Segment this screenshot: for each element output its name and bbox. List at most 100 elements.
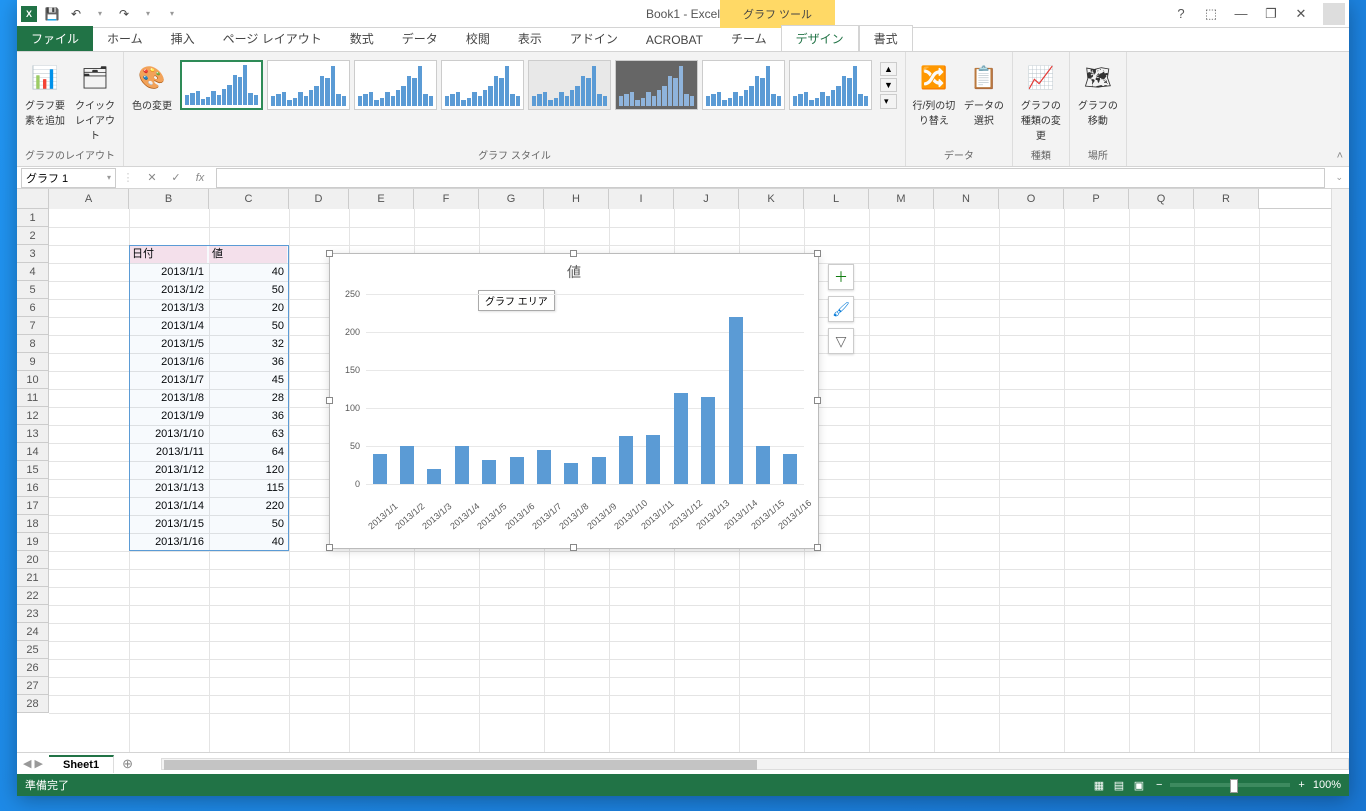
- col-header-N[interactable]: N: [934, 189, 999, 209]
- view-normal-button[interactable]: ▦: [1090, 776, 1108, 794]
- close-button[interactable]: ✕: [1287, 3, 1315, 25]
- chart-bar-1[interactable]: [373, 454, 387, 484]
- chart-style-3[interactable]: [354, 60, 437, 110]
- chart-resize-handle[interactable]: [570, 544, 577, 551]
- chart-filter-button[interactable]: ▽: [828, 328, 854, 354]
- row-header-28[interactable]: 28: [17, 695, 49, 713]
- tab-home[interactable]: ホーム: [93, 26, 157, 51]
- row-header-5[interactable]: 5: [17, 281, 49, 299]
- col-header-H[interactable]: H: [544, 189, 609, 209]
- ribbon-opts-button[interactable]: ⬚: [1197, 3, 1225, 25]
- row-header-8[interactable]: 8: [17, 335, 49, 353]
- tab-team[interactable]: チーム: [717, 26, 781, 51]
- style-scroll-up[interactable]: ▲: [880, 62, 897, 76]
- redo-dropdown[interactable]: ▾: [139, 5, 157, 23]
- zoom-out-button[interactable]: −: [1156, 779, 1162, 791]
- maximize-button[interactable]: ❐: [1257, 3, 1285, 25]
- row-header-27[interactable]: 27: [17, 677, 49, 695]
- chart-plot-area[interactable]: 0501001502002502013/1/12013/1/22013/1/32…: [366, 294, 804, 484]
- chart-style-6[interactable]: [615, 60, 698, 110]
- row-header-18[interactable]: 18: [17, 515, 49, 533]
- chart-resize-handle[interactable]: [814, 544, 821, 551]
- row-header-9[interactable]: 9: [17, 353, 49, 371]
- row-header-7[interactable]: 7: [17, 317, 49, 335]
- change-chart-type-button[interactable]: 📈 グラフの種類の変更: [1019, 56, 1063, 142]
- chart-elements-button[interactable]: ＋: [828, 264, 854, 290]
- view-pagelayout-button[interactable]: ▤: [1110, 776, 1128, 794]
- chart-bar-12[interactable]: [674, 393, 688, 484]
- row-header-6[interactable]: 6: [17, 299, 49, 317]
- tab-formulas[interactable]: 数式: [336, 26, 388, 51]
- chart-bar-6[interactable]: [510, 457, 524, 484]
- select-all-corner[interactable]: [17, 189, 49, 209]
- minimize-button[interactable]: —: [1227, 3, 1255, 25]
- chart-resize-handle[interactable]: [326, 250, 333, 257]
- row-header-21[interactable]: 21: [17, 569, 49, 587]
- row-header-24[interactable]: 24: [17, 623, 49, 641]
- switch-rowcol-button[interactable]: 🔀 行/列の切り替え: [912, 56, 956, 127]
- vertical-scrollbar[interactable]: [1331, 189, 1349, 752]
- chart-bar-15[interactable]: [756, 446, 770, 484]
- qat-customize[interactable]: ▾: [163, 5, 181, 23]
- horizontal-scrollbar[interactable]: [161, 756, 1349, 772]
- add-chart-element-button[interactable]: 📊 グラフ要素を追加: [23, 56, 67, 127]
- row-header-12[interactable]: 12: [17, 407, 49, 425]
- accept-edit[interactable]: ✓: [164, 171, 188, 184]
- collapse-ribbon-button[interactable]: ˄: [1337, 150, 1343, 162]
- chart-bar-8[interactable]: [564, 463, 578, 484]
- more-functions[interactable]: ⋮: [116, 171, 140, 184]
- row-header-2[interactable]: 2: [17, 227, 49, 245]
- chart-bar-5[interactable]: [482, 460, 496, 484]
- chart-bar-11[interactable]: [646, 435, 660, 484]
- chart-resize-handle[interactable]: [814, 250, 821, 257]
- row-header-15[interactable]: 15: [17, 461, 49, 479]
- row-header-26[interactable]: 26: [17, 659, 49, 677]
- chart-bar-7[interactable]: [537, 450, 551, 484]
- col-header-R[interactable]: R: [1194, 189, 1259, 209]
- chart-style-1[interactable]: [180, 60, 263, 110]
- col-header-B[interactable]: B: [129, 189, 209, 209]
- chart-resize-handle[interactable]: [326, 544, 333, 551]
- chart-bar-13[interactable]: [701, 397, 715, 484]
- style-scroll-down[interactable]: ▼: [880, 78, 897, 92]
- chart-title[interactable]: 値: [330, 254, 818, 282]
- col-header-D[interactable]: D: [289, 189, 349, 209]
- col-header-F[interactable]: F: [414, 189, 479, 209]
- help-button[interactable]: ?: [1167, 3, 1195, 25]
- zoom-level[interactable]: 100%: [1313, 779, 1341, 791]
- col-header-G[interactable]: G: [479, 189, 544, 209]
- view-pagebreak-button[interactable]: ▣: [1130, 776, 1148, 794]
- zoom-slider[interactable]: [1170, 783, 1290, 787]
- chart-bar-3[interactable]: [427, 469, 441, 484]
- col-header-Q[interactable]: Q: [1129, 189, 1194, 209]
- row-header-14[interactable]: 14: [17, 443, 49, 461]
- row-header-4[interactable]: 4: [17, 263, 49, 281]
- quick-layout-button[interactable]: 🗂 クイックレイアウト: [73, 56, 117, 142]
- chart-style-4[interactable]: [441, 60, 524, 110]
- tab-acrobat[interactable]: ACROBAT: [632, 29, 717, 51]
- tab-file[interactable]: ファイル: [17, 26, 93, 51]
- row-header-19[interactable]: 19: [17, 533, 49, 551]
- chart-style-8[interactable]: [789, 60, 872, 110]
- select-data-button[interactable]: 📋 データの選択: [962, 56, 1006, 127]
- row-header-17[interactable]: 17: [17, 497, 49, 515]
- name-box[interactable]: グラフ 1: [21, 168, 116, 188]
- sheet-nav-arrows[interactable]: ◀ ▶: [17, 757, 49, 770]
- chart-bar-2[interactable]: [400, 446, 414, 484]
- col-header-M[interactable]: M: [869, 189, 934, 209]
- fx-icon[interactable]: fx: [188, 172, 212, 184]
- tab-pagelayout[interactable]: ページ レイアウト: [209, 26, 336, 51]
- cancel-edit[interactable]: ✕: [140, 171, 164, 184]
- col-header-E[interactable]: E: [349, 189, 414, 209]
- chart-object[interactable]: ＋🖌▽値グラフ エリア0501001502002502013/1/12013/1…: [329, 253, 819, 549]
- chart-style-2[interactable]: [267, 60, 350, 110]
- row-header-3[interactable]: 3: [17, 245, 49, 263]
- move-chart-button[interactable]: 🗺 グラフの移動: [1076, 56, 1120, 127]
- col-header-I[interactable]: I: [609, 189, 674, 209]
- undo-dropdown[interactable]: ▾: [91, 5, 109, 23]
- grid[interactable]: ABCDEFGHIJKLMNOPQR 123456789101112131415…: [17, 189, 1331, 752]
- tab-addin[interactable]: アドイン: [556, 26, 632, 51]
- tab-format[interactable]: 書式: [859, 25, 913, 51]
- save-button[interactable]: 💾: [43, 5, 61, 23]
- add-sheet-button[interactable]: ⊕: [114, 756, 141, 772]
